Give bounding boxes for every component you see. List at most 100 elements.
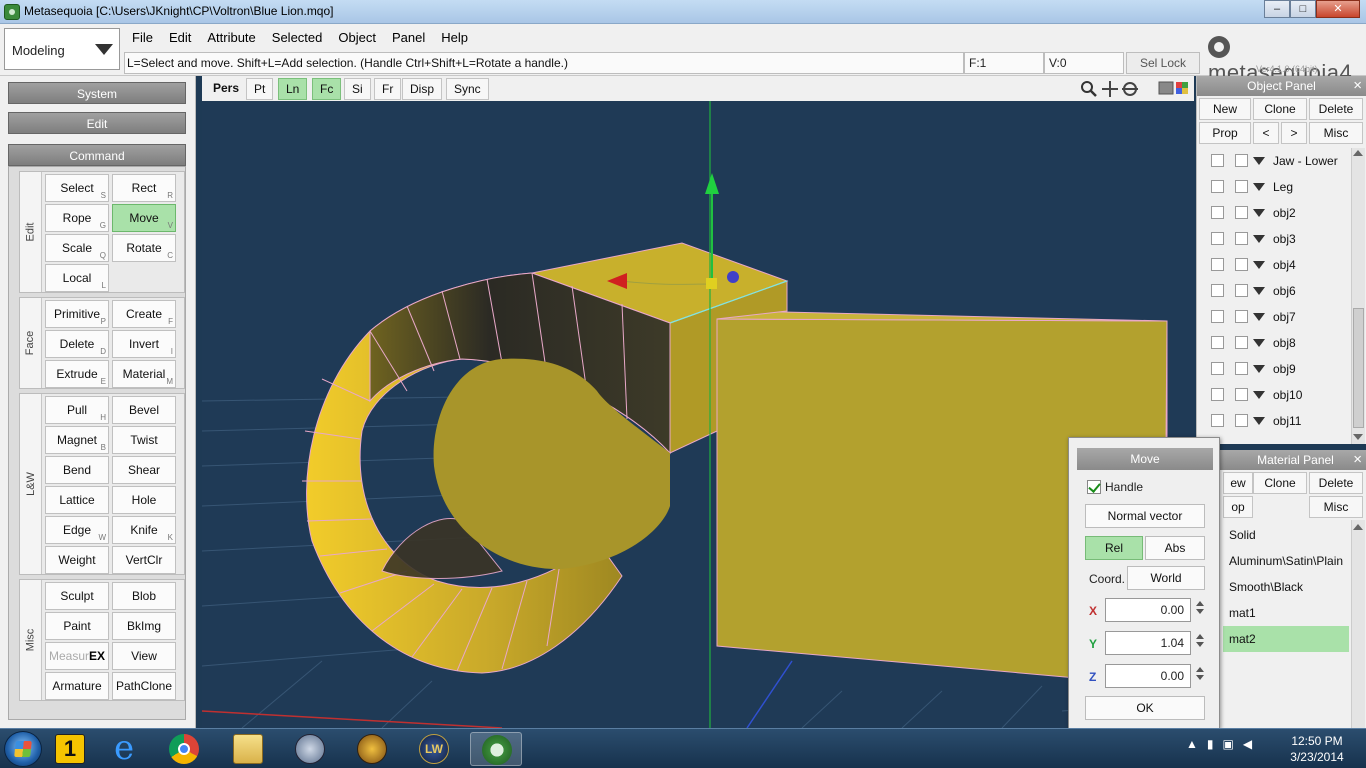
- close-button[interactable]: ✕: [1316, 0, 1360, 18]
- object-prop-button[interactable]: Prop: [1199, 122, 1251, 144]
- y-stepper[interactable]: [1193, 631, 1207, 655]
- object-row[interactable]: obj3: [1203, 226, 1347, 252]
- knife-button[interactable]: Knife K: [112, 516, 176, 544]
- hole-button[interactable]: Hole: [112, 486, 176, 514]
- scroll-thumb[interactable]: [1353, 308, 1364, 428]
- delete-button[interactable]: Delete D: [45, 330, 109, 358]
- view-nav-icons[interactable]: [1080, 79, 1142, 99]
- object-row[interactable]: obj2: [1203, 200, 1347, 226]
- menu-object[interactable]: Object: [330, 28, 384, 47]
- z-value-input[interactable]: 0.00: [1105, 664, 1191, 688]
- material-item-selected[interactable]: mat2: [1223, 626, 1349, 652]
- lock-checkbox[interactable]: [1235, 232, 1248, 245]
- lock-checkbox[interactable]: [1235, 154, 1248, 167]
- select-button[interactable]: Select S: [45, 174, 109, 202]
- view-sync-button[interactable]: Sync: [446, 78, 489, 100]
- object-row[interactable]: Leg: [1203, 174, 1347, 200]
- visible-checkbox[interactable]: [1211, 232, 1224, 245]
- expand-triangle-icon[interactable]: [1253, 287, 1265, 295]
- expand-triangle-icon[interactable]: [1253, 157, 1265, 165]
- material-list-scrollbar[interactable]: [1351, 520, 1365, 728]
- ok-button[interactable]: OK: [1085, 696, 1205, 720]
- lock-checkbox[interactable]: [1235, 258, 1248, 271]
- view-fr-button[interactable]: Fr: [374, 78, 402, 100]
- pull-button[interactable]: Pull H: [45, 396, 109, 424]
- material-clone-button[interactable]: Clone: [1253, 472, 1307, 494]
- scroll-up-icon[interactable]: [1353, 524, 1363, 530]
- material-misc-button[interactable]: Misc: [1309, 496, 1363, 518]
- object-new-button[interactable]: New: [1199, 98, 1251, 120]
- local-button[interactable]: Local L: [45, 264, 109, 292]
- bend-button[interactable]: Bend: [45, 456, 109, 484]
- visible-checkbox[interactable]: [1211, 154, 1224, 167]
- mode-dropdown[interactable]: Modeling: [4, 28, 120, 70]
- object-row[interactable]: obj7: [1203, 304, 1347, 330]
- one-icon[interactable]: 1: [44, 732, 96, 766]
- visible-checkbox[interactable]: [1211, 388, 1224, 401]
- visible-checkbox[interactable]: [1211, 362, 1224, 375]
- metasequoia-icon[interactable]: [470, 732, 522, 766]
- object-row[interactable]: Jaw - Lower: [1203, 148, 1347, 174]
- chrome-icon[interactable]: [158, 732, 210, 766]
- x-value-input[interactable]: 0.00: [1105, 598, 1191, 622]
- pathclone-button[interactable]: PathClone: [112, 672, 176, 700]
- material-delete-button[interactable]: Delete: [1309, 472, 1363, 494]
- sculpt-button[interactable]: Sculpt: [45, 582, 109, 610]
- z-stepper[interactable]: [1193, 664, 1207, 688]
- menu-selected[interactable]: Selected: [264, 28, 331, 47]
- lock-checkbox[interactable]: [1235, 336, 1248, 349]
- paint-button[interactable]: Paint: [45, 612, 109, 640]
- visible-checkbox[interactable]: [1211, 180, 1224, 193]
- object-delete-button[interactable]: Delete: [1309, 98, 1363, 120]
- explorer-icon[interactable]: [222, 732, 274, 766]
- material-item[interactable]: Aluminum\Satin\Plain: [1223, 548, 1349, 574]
- view-ln-button[interactable]: Ln: [278, 78, 308, 100]
- start-icon[interactable]: [4, 731, 42, 767]
- magnet-button[interactable]: Magnet B: [45, 426, 109, 454]
- blob-button[interactable]: Blob: [112, 582, 176, 610]
- view-pt-button[interactable]: Pt: [246, 78, 274, 100]
- object-clone-button[interactable]: Clone: [1253, 98, 1307, 120]
- material-item[interactable]: Smooth\Black: [1223, 574, 1349, 600]
- expand-triangle-icon[interactable]: [1253, 183, 1265, 191]
- armature-button[interactable]: Armature: [45, 672, 109, 700]
- object-row[interactable]: obj11: [1203, 408, 1347, 434]
- object-row[interactable]: obj10: [1203, 382, 1347, 408]
- extrude-button[interactable]: Extrude E: [45, 360, 109, 388]
- menu-panel[interactable]: Panel: [384, 28, 433, 47]
- close-icon[interactable]: ×: [1353, 450, 1362, 470]
- weight-button[interactable]: Weight: [45, 546, 109, 574]
- lock-checkbox[interactable]: [1235, 180, 1248, 193]
- twist-button[interactable]: Twist: [112, 426, 176, 454]
- object-next-button[interactable]: >: [1281, 122, 1307, 144]
- object-misc-button[interactable]: Misc: [1309, 122, 1363, 144]
- bevel-button[interactable]: Bevel: [112, 396, 176, 424]
- object-row[interactable]: obj9: [1203, 356, 1347, 382]
- lock-checkbox[interactable]: [1235, 284, 1248, 297]
- material-item[interactable]: Solid: [1223, 522, 1349, 548]
- scale-button[interactable]: Scale Q: [45, 234, 109, 262]
- lattice-button[interactable]: Lattice: [45, 486, 109, 514]
- lock-checkbox[interactable]: [1235, 388, 1248, 401]
- rect-button[interactable]: Rect R: [112, 174, 176, 202]
- visible-checkbox[interactable]: [1211, 284, 1224, 297]
- clock[interactable]: 12:50 PM 3/23/2014: [1282, 733, 1352, 765]
- object-list-scrollbar[interactable]: [1351, 148, 1365, 444]
- expand-triangle-icon[interactable]: [1253, 261, 1265, 269]
- lock-checkbox[interactable]: [1235, 362, 1248, 375]
- y-value-input[interactable]: 1.04: [1105, 631, 1191, 655]
- network-icon[interactable]: ▮: [1207, 737, 1214, 751]
- visible-checkbox[interactable]: [1211, 336, 1224, 349]
- ie-icon[interactable]: e: [98, 731, 150, 766]
- system-header[interactable]: System: [8, 82, 186, 104]
- visible-checkbox[interactable]: [1211, 310, 1224, 323]
- scroll-down-icon[interactable]: [1353, 434, 1363, 440]
- wow-icon[interactable]: [346, 732, 398, 766]
- rotate-button[interactable]: Rotate C: [112, 234, 176, 262]
- lw-icon[interactable]: LW: [408, 732, 460, 766]
- primitive-button[interactable]: Primitive P: [45, 300, 109, 328]
- menu-edit[interactable]: Edit: [161, 28, 199, 47]
- material-button[interactable]: Material M: [112, 360, 176, 388]
- material-new-button[interactable]: ew: [1223, 472, 1253, 494]
- display-mode-icons[interactable]: [1158, 80, 1192, 98]
